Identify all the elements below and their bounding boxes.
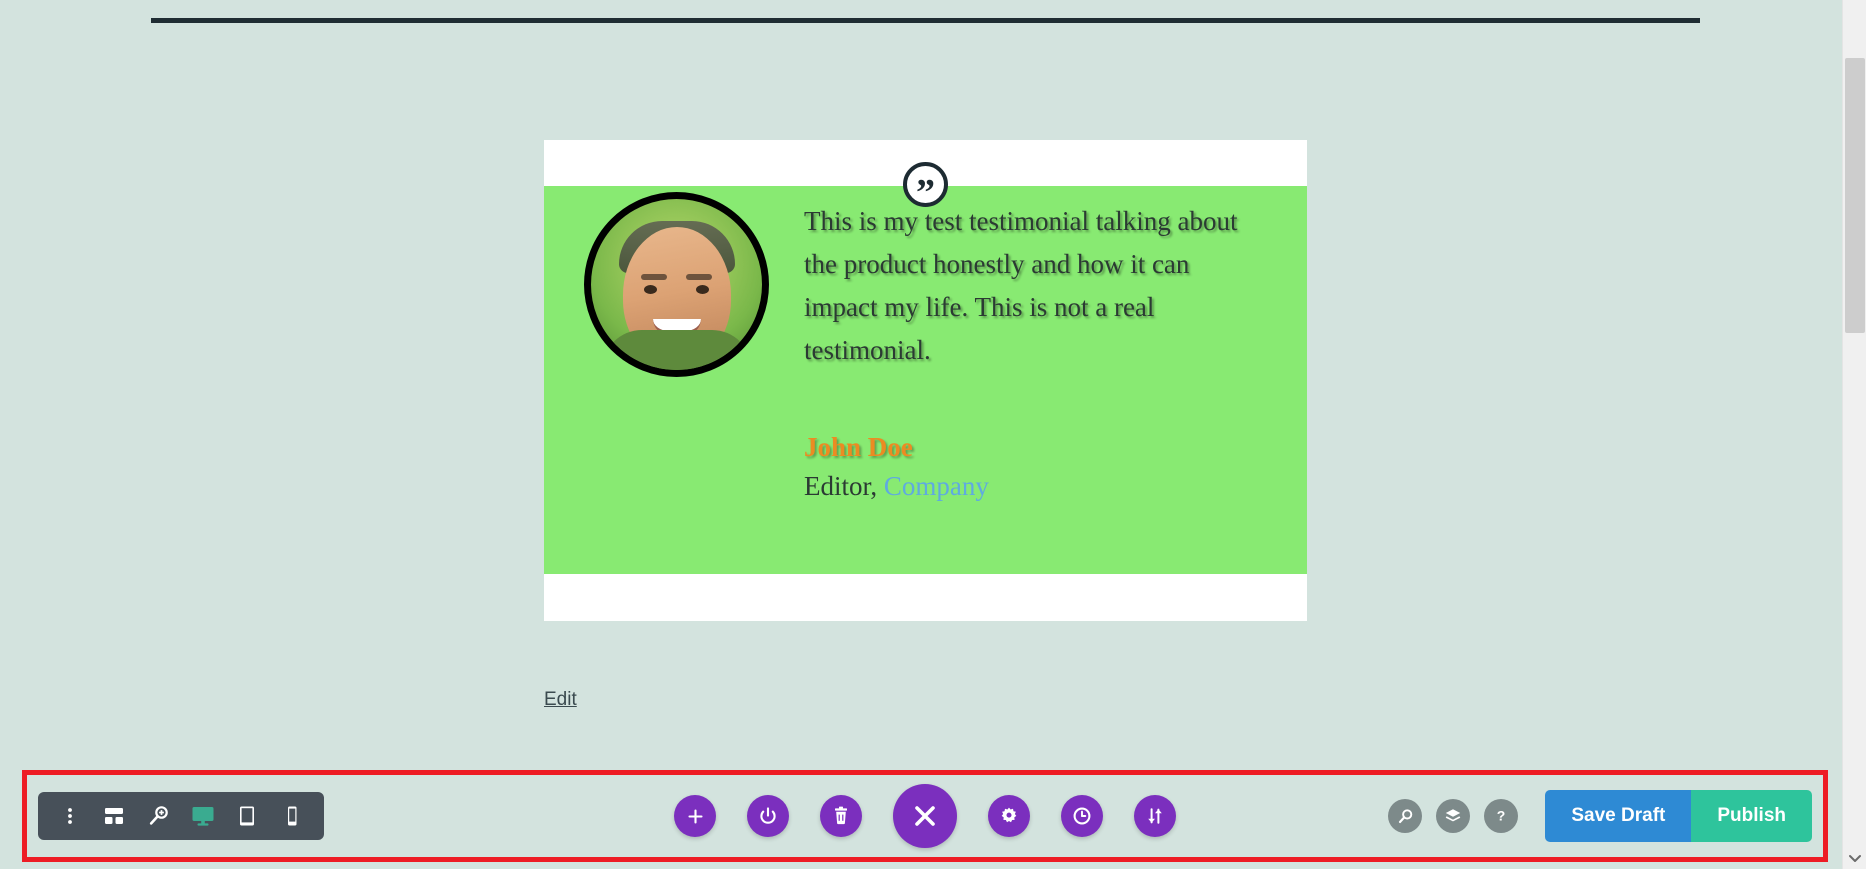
chevron-down-icon[interactable]	[1843, 849, 1866, 867]
toolbar-highlight-annotation	[22, 770, 1828, 862]
avatar-brow-right	[686, 274, 713, 281]
testimonial-quote-text: This is my test testimonial talking abou…	[804, 206, 1238, 365]
section-divider	[151, 18, 1700, 23]
avatar-brow-left	[640, 274, 667, 281]
page-canvas: ” This is my test testimonial talking ab…	[0, 0, 1842, 869]
browser-viewport: ” This is my test testimonial talking ab…	[0, 0, 1866, 869]
quote-glyph: ”	[916, 171, 935, 214]
testimonial-author-meta: Editor, Company	[804, 471, 989, 502]
vertical-scrollbar[interactable]	[1842, 0, 1866, 869]
avatar-eye-right	[696, 284, 709, 294]
avatar-shirt	[601, 330, 752, 370]
quote-mark-icon: ”	[903, 162, 948, 212]
testimonial-module[interactable]: ” This is my test testimonial talking ab…	[544, 140, 1307, 621]
avatar	[584, 192, 769, 377]
edit-link[interactable]: Edit	[544, 689, 577, 711]
testimonial-author-name: John Doe	[804, 432, 913, 462]
avatar-eye-left	[644, 284, 657, 294]
author-company: Company	[883, 471, 989, 501]
author-role: Editor,	[804, 471, 884, 501]
scrollbar-thumb[interactable]	[1845, 58, 1865, 333]
